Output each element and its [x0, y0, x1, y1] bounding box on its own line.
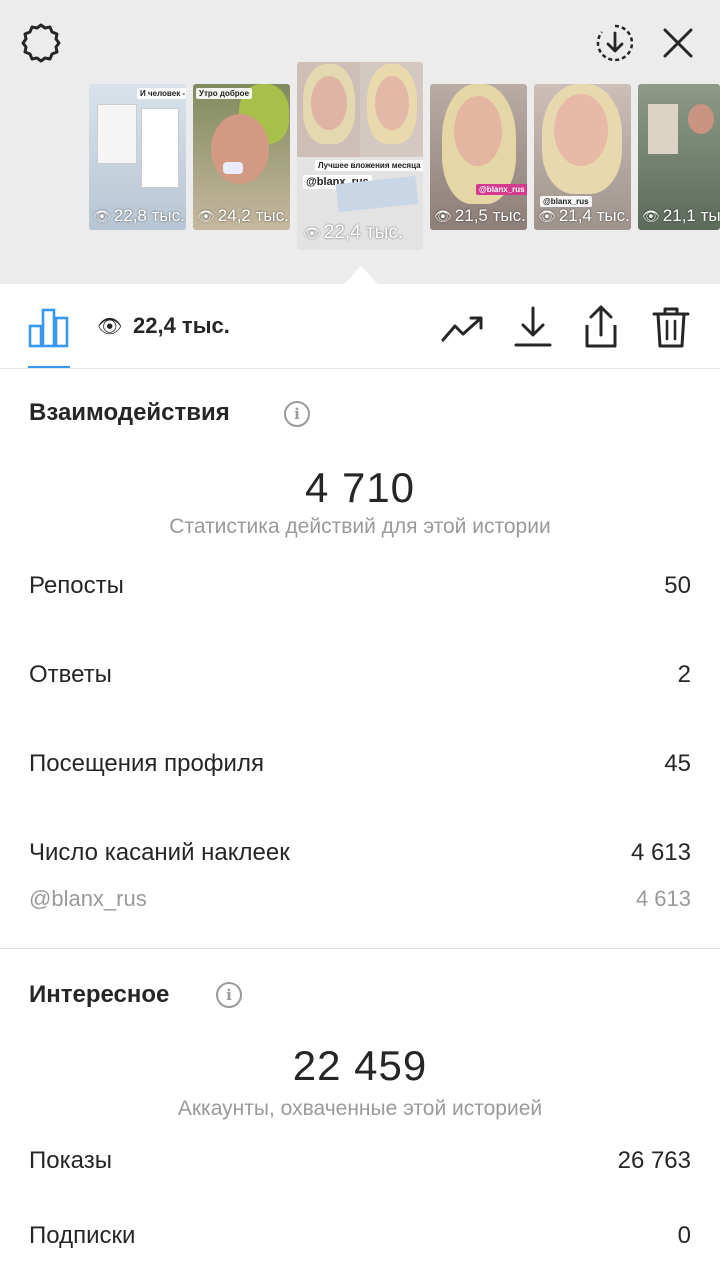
stat-label: Репосты [29, 572, 124, 599]
stat-value: 45 [664, 750, 691, 777]
stat-value: 0 [677, 1222, 691, 1249]
sticker-label: @blanx_rus [29, 886, 147, 911]
discovery-subtitle: Аккаунты, охваченные этой историей [177, 1097, 543, 1120]
discovery-total: 22 459 [292, 1042, 428, 1089]
interactions-total: 4 710 [304, 464, 416, 511]
story-thumbnail[interactable]: И человек - отзыв 👁22,8 тыс. [89, 84, 186, 230]
trending-icon[interactable] [440, 306, 486, 352]
interactions-title: Взаимодействия [29, 399, 230, 426]
stat-row-reposts: Репосты 50 [29, 572, 691, 600]
close-icon[interactable] [655, 20, 701, 66]
section-divider [0, 948, 720, 949]
story-strip: И человек - отзыв 👁22,8 тыс. Утро доброе… [0, 62, 720, 262]
download-icon[interactable] [510, 304, 556, 350]
story-views: 👁21,1 тыс. [642, 206, 720, 225]
story-thumbnail[interactable]: @blanx_rus 👁 21,5 тыс. [430, 84, 527, 230]
story-views-count: 22,4 тыс. [133, 313, 230, 338]
stat-label: Подписки [29, 1222, 136, 1249]
info-icon[interactable]: i [216, 982, 242, 1008]
story-views: 👁 21,4 тыс. [538, 206, 630, 225]
stat-label: Число касаний наклеек [29, 839, 290, 866]
trash-icon[interactable] [648, 304, 694, 350]
story-views: 👁 22,8 тыс. [93, 206, 185, 225]
story-views: 👁 24,2 тыс. [197, 206, 289, 225]
stat-label: Показы [29, 1147, 112, 1174]
story-thumbnail[interactable]: Утро доброе 👁 24,2 тыс. [193, 84, 290, 230]
interactions-subtitle: Статистика действий для этой истории [169, 515, 551, 538]
share-icon[interactable] [578, 304, 624, 350]
settings-gear-icon[interactable] [18, 20, 64, 66]
stat-row-sticker-mention: @blanx_rus 4 613 [29, 886, 691, 912]
sticker-value: 4 613 [635, 886, 691, 911]
info-icon[interactable]: i [284, 401, 310, 427]
story-views: 👁 22,4 тыс. [303, 222, 404, 243]
stories-header: И человек - отзыв 👁22,8 тыс. Утро доброе… [0, 0, 720, 284]
story-thumbnail-active[interactable]: Лучшее вложения месяца @blanx_rus 👁 22,4 … [297, 62, 423, 250]
story-thumbnail[interactable]: 👁21,1 тыс. [638, 84, 720, 230]
stat-label: Посещения профиля [29, 750, 264, 777]
stat-label: Ответы [29, 661, 112, 688]
stat-row-profile-visits: Посещения профиля 45 [29, 750, 691, 778]
stat-value: 2 [677, 661, 691, 688]
active-story-pointer [344, 266, 378, 284]
save-download-icon[interactable] [592, 20, 638, 66]
eye-icon: 👁 [97, 316, 123, 338]
story-thumbnail[interactable]: @blanx_rus 👁 21,4 тыс. [534, 84, 631, 230]
stat-row-impressions: Показы 26 763 [29, 1147, 691, 1175]
stat-row-follows: Подписки 0 [29, 1222, 691, 1250]
stat-value: 4 613 [630, 839, 691, 866]
story-views: 👁 21,5 тыс. [434, 206, 526, 225]
stat-value: 50 [664, 572, 691, 599]
active-tab-indicator [28, 366, 70, 368]
insights-toolbar: 👁 22,4 тыс. [0, 284, 720, 369]
stat-row-replies: Ответы 2 [29, 661, 691, 689]
stat-row-sticker-taps: Число касаний наклеек 4 613 [29, 839, 691, 867]
bar-chart-icon[interactable] [26, 304, 72, 350]
discovery-title: Интересное [29, 981, 170, 1008]
stat-value: 26 763 [617, 1147, 691, 1174]
